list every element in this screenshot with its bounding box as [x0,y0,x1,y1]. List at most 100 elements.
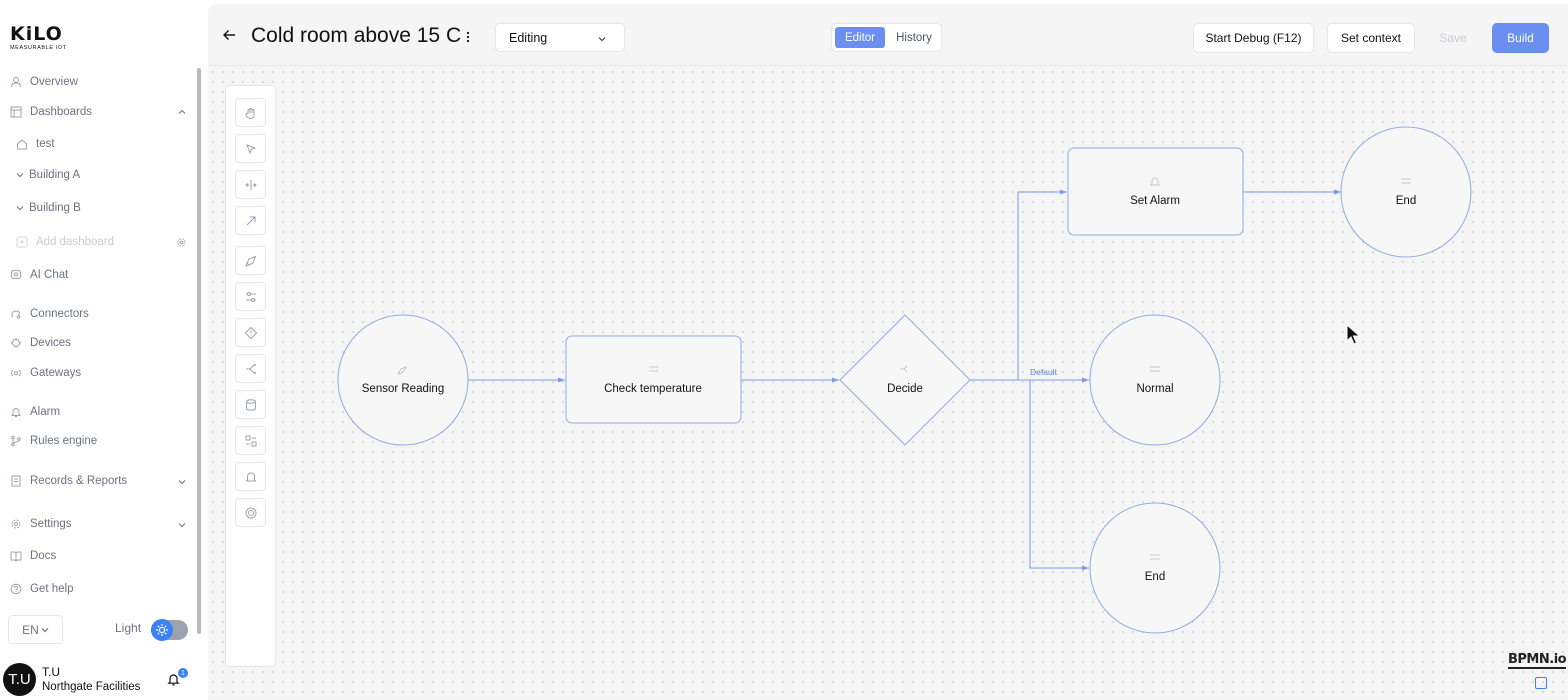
tab-history[interactable]: History [888,27,940,48]
language-select[interactable]: EN [8,615,63,644]
gear-icon[interactable] [176,237,187,248]
nav-gateways[interactable]: Gateways [10,363,81,383]
node-end-bottom[interactable]: End [1089,502,1221,634]
node-check-temperature[interactable]: Check temperature [565,335,742,424]
logo[interactable]: KiLO MEASURABLE IOT [10,24,67,51]
nav-docs[interactable]: Docs [10,546,56,566]
start-debug-button[interactable]: Start Debug (F12) [1193,23,1314,53]
node-decide-label: Decide [887,383,923,395]
node-end-bottom-label: End [1145,571,1165,583]
bpmn-io-logo[interactable]: BPMN.io [1508,653,1567,669]
sidebar: KiLO MEASURABLE IOT Overview Dashboards … [0,0,208,700]
kebab-menu-icon[interactable] [466,31,470,43]
user-org: Northgate Facilities [42,681,141,693]
flow-decide-to-alarm[interactable] [970,189,1067,381]
node-set-alarm[interactable]: Set Alarm [1067,147,1244,236]
sun-icon [151,619,173,641]
chevron-down-icon [16,173,24,178]
chevron-down-icon [598,37,606,42]
nav-connectors[interactable]: Connectors [10,304,89,324]
nav-building-b-label: Building B [29,202,81,214]
cpu-icon [11,338,21,348]
chevron-up-icon[interactable] [178,108,186,116]
node-normal[interactable]: Normal [1089,314,1221,446]
nav-building-b[interactable]: Building B [16,198,81,218]
view-switch: Editor History [831,23,942,52]
ai-chat-icon [11,270,21,279]
home-icon [17,139,27,150]
dashboard-icon [10,106,22,118]
nav-docs-label: Docs [30,550,57,562]
mouse-cursor-icon [1346,324,1361,345]
node-end-top-label: End [1396,195,1416,207]
nav-devices-label: Devices [30,337,71,349]
chevron-down-icon [41,627,49,632]
main-panel: Cold room above 15 C Editing Editor Hist… [208,4,1568,700]
nav-dashboard-test[interactable]: test [16,134,55,154]
chevron-down-icon [16,206,24,211]
tab-editor[interactable]: Editor [835,27,885,48]
node-normal-label: Normal [1136,383,1173,395]
sidebar-scrollbar[interactable] [197,68,201,634]
nav-test-label: test [36,138,55,150]
node-decide[interactable]: Decide [839,314,971,446]
build-button[interactable]: Build [1492,23,1549,53]
node-set-alarm-label: Set Alarm [1130,195,1180,207]
nav-rules-engine-label: Rules engine [30,435,98,447]
logo-subtext: MEASURABLE IOT [10,45,67,51]
nav-rules-engine[interactable]: Rules engine [10,431,97,451]
user-name: T.U [42,665,60,679]
nav-gateways-label: Gateways [30,367,82,379]
theme-label: Light [115,621,142,635]
plus-square-icon [16,236,28,248]
save-button[interactable]: Save [1428,23,1478,53]
nav-ai-chat-label: AI Chat [30,269,69,281]
nav-ai-chat[interactable]: AI Chat [10,265,68,285]
gateway-icon [11,369,21,377]
bpmn-badge-icon[interactable] [1535,677,1547,689]
nav-add-dashboard-label: Add dashboard [36,236,115,248]
chevron-down-icon[interactable] [178,521,186,529]
nav-records-reports-label: Records & Reports [30,475,128,487]
set-context-button[interactable]: Set context [1327,23,1415,53]
mode-select[interactable]: Editing [495,23,625,52]
book-icon [10,551,22,562]
page-title: Cold room above 15 C [251,24,462,47]
nav-overview-label: Overview [30,76,78,88]
nav-connectors-label: Connectors [30,308,89,320]
nav-overview[interactable]: Overview [10,72,78,92]
nav-dashboards[interactable]: Dashboards [10,102,92,122]
bpmn-diagram: Default Sensor Reading Check temperature… [337,126,1472,634]
nav-alarm-label: Alarm [30,406,61,418]
nav-records-reports[interactable]: Records & Reports [10,471,127,491]
chevron-down-icon[interactable] [178,478,186,486]
node-check-temperature-label: Check temperature [604,383,702,395]
diagram-canvas[interactable]: Default Sensor Reading Check temperature… [208,67,1568,700]
branch-icon [11,435,21,447]
notification-badge: 1 [178,668,188,678]
nav-alarm[interactable]: Alarm [10,402,60,422]
nav-add-dashboard[interactable]: Add dashboard [16,232,114,252]
editor-toolbar: Cold room above 15 C Editing Editor Hist… [208,4,1568,66]
nav-get-help[interactable]: Get help [10,579,73,599]
flow-decide-to-end[interactable] [970,379,1089,571]
node-end-top[interactable]: End [1340,126,1472,258]
help-icon [10,583,22,595]
connectors-icon [11,310,21,319]
gear-icon [11,519,21,529]
theme-toggle[interactable] [151,619,188,641]
logo-text: KiLO [10,23,63,45]
avatar[interactable]: T.U [3,663,36,696]
node-sensor-reading-label: Sensor Reading [362,383,444,395]
nav-devices[interactable]: Devices [10,333,71,353]
nav-settings-label: Settings [30,518,72,530]
nav-get-help-label: Get help [30,583,74,595]
back-arrow-icon[interactable] [222,28,236,42]
node-sensor-reading[interactable]: Sensor Reading [337,314,469,446]
flow-label-default[interactable]: Default [1030,367,1058,377]
nav-settings[interactable]: Settings [10,514,72,534]
mode-value: Editing [509,30,548,45]
nav-building-a[interactable]: Building A [16,165,80,185]
nav-dashboards-label: Dashboards [30,106,93,118]
report-icon [11,475,21,487]
